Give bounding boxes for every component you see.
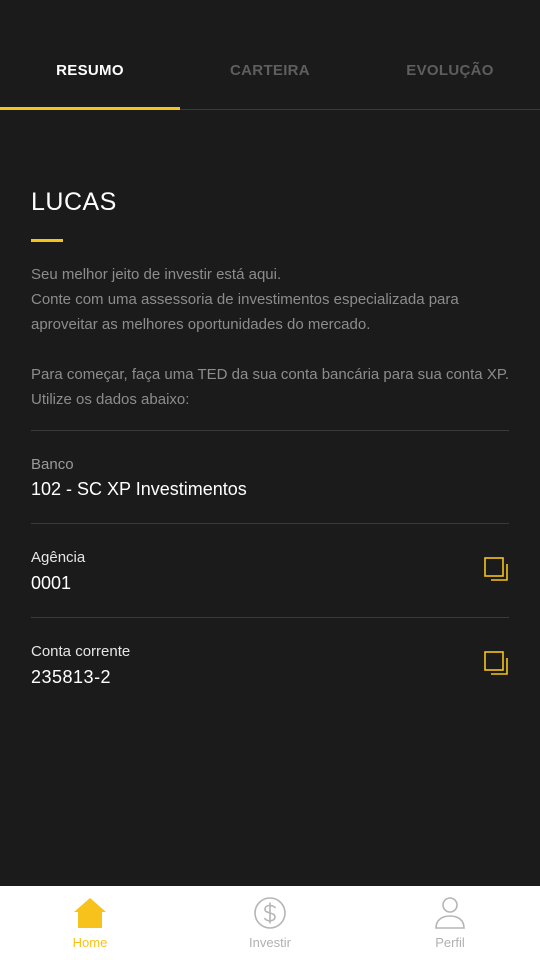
bank-label: Banco	[31, 456, 74, 473]
account-value: 235813-2	[31, 667, 112, 687]
agency-value: 0001	[31, 573, 72, 593]
copy-icon	[484, 557, 508, 581]
intro-line-2: Conte com uma assessoria de investimento…	[31, 291, 459, 333]
top-tab-bar: RESUMO CARTEIRA EVOLUÇÃO	[0, 0, 540, 110]
nav-investir-label: Investir	[249, 935, 291, 950]
copy-account-button[interactable]	[483, 650, 511, 678]
heading-underline	[31, 239, 63, 242]
user-name-heading: LUCAS	[31, 188, 117, 216]
copy-agency-button[interactable]	[483, 556, 511, 584]
bank-value: 102 - SC XP Investimentos	[31, 479, 247, 499]
copy-icon	[484, 651, 508, 675]
intro-line-1: Seu melhor jeito de investir está aqui.	[31, 266, 282, 283]
divider	[31, 430, 509, 431]
tab-resumo[interactable]: RESUMO	[0, 62, 180, 79]
nav-investir[interactable]: Investir	[180, 886, 360, 960]
bottom-navigation: Home Investir Perfil	[0, 886, 540, 960]
nav-perfil-label: Perfil	[435, 935, 465, 950]
nav-home-label: Home	[72, 935, 108, 950]
intro-text: Seu melhor jeito de investir está aqui. …	[31, 262, 511, 412]
tab-carteira[interactable]: CARTEIRA	[180, 62, 360, 79]
nav-home[interactable]: Home	[0, 886, 180, 960]
tab-evolucao[interactable]: EVOLUÇÃO	[360, 62, 540, 79]
intro-line-3: Para começar, faça uma TED da sua conta …	[31, 366, 510, 408]
divider	[31, 523, 509, 524]
nav-perfil[interactable]: Perfil	[360, 886, 540, 960]
home-icon	[74, 898, 106, 928]
person-icon	[435, 897, 465, 929]
divider	[31, 617, 509, 618]
dollar-circle-icon	[254, 897, 286, 929]
agency-label: Agência	[31, 549, 86, 566]
account-label: Conta corrente	[31, 643, 131, 660]
active-tab-indicator	[0, 107, 180, 110]
